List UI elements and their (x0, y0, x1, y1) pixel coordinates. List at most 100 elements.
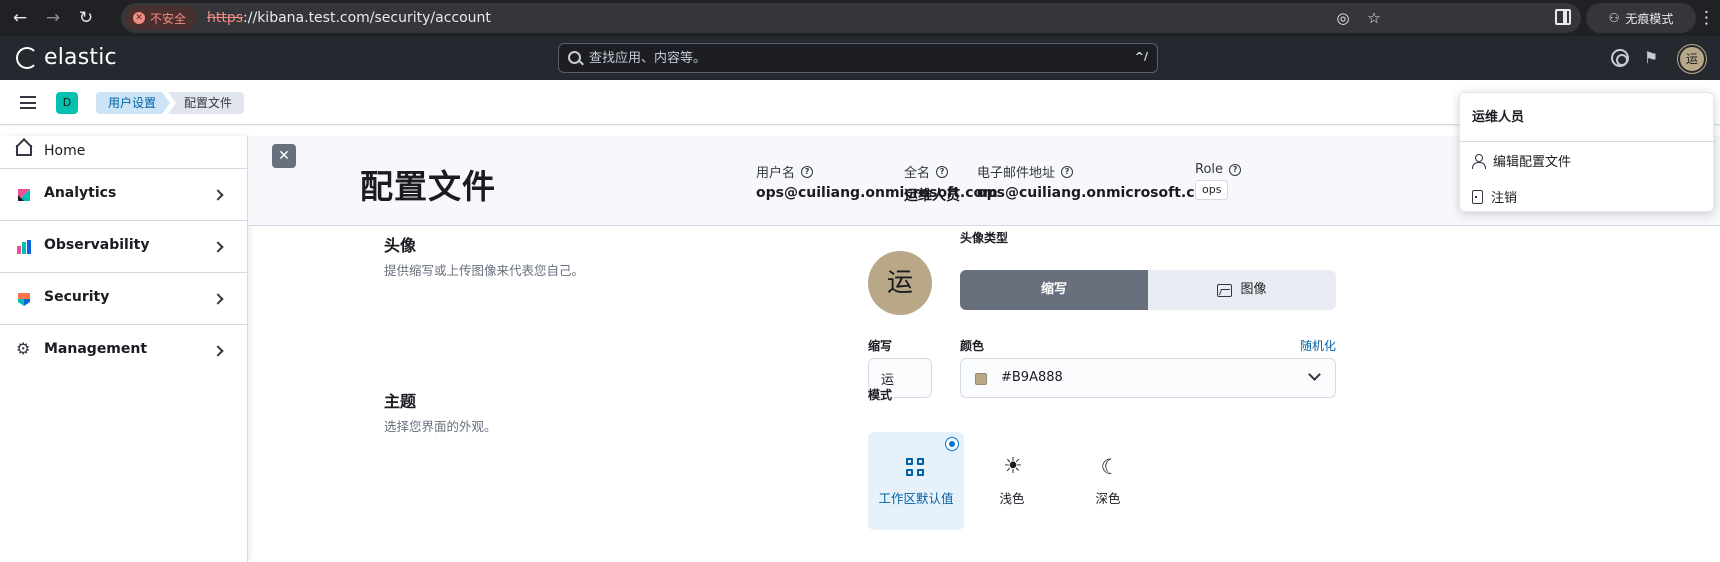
gear-icon: ⚙ (16, 339, 31, 358)
initials-label: 缩写 (868, 339, 893, 353)
avatar-type-initials-button[interactable]: 缩写 (960, 270, 1148, 310)
theme-section-desc: 选择您界面的外观。 (384, 419, 497, 434)
search-input[interactable] (589, 44, 1109, 72)
popover-divider (1460, 141, 1715, 142)
edit-profile-label: 编辑配置文件 (1493, 155, 1572, 170)
nav-item-analytics[interactable]: Analytics (0, 169, 248, 220)
nav-item-management[interactable]: ⚙ Management (0, 325, 248, 376)
avatar-type-label: 头像类型 (960, 231, 1009, 245)
avatar-section-title: 头像 (384, 236, 417, 255)
randomize-link[interactable]: 随机化 (1300, 337, 1336, 354)
popover-user-name: 运维人员 (1472, 110, 1525, 125)
warning-icon: ✕ (133, 12, 145, 24)
eye-off-icon[interactable]: ◎ (1333, 8, 1353, 28)
nav-item-label: Home (44, 143, 86, 159)
elastic-logo-icon (16, 47, 38, 69)
help-icon[interactable]: ? (801, 165, 814, 178)
analytics-logo-icon (18, 189, 30, 201)
security-label: 不安全 (150, 11, 187, 26)
logo-text: elastic (44, 45, 117, 70)
close-nav-button[interactable]: ✕ (272, 144, 296, 168)
nav-item-home[interactable]: Home (0, 136, 248, 168)
nav-item-security[interactable]: Security (0, 273, 248, 324)
elastic-logo[interactable]: elastic (16, 46, 117, 70)
nav-item-observability[interactable]: Observability (0, 221, 248, 272)
back-icon[interactable]: ← (9, 7, 31, 29)
meta-username: 用户名? ops@cuiliang.onmicrosoft.com (756, 162, 998, 201)
help-icon[interactable]: ? (936, 165, 949, 178)
color-value: #B9A888 (1001, 370, 1063, 385)
logout-label: 注销 (1491, 191, 1518, 206)
avatar-type-image-button[interactable]: 图像 (1148, 270, 1336, 310)
avatar-section-desc: 提供缩写或上传图像来代表您自己。 (384, 263, 585, 278)
side-panel-icon[interactable] (1555, 9, 1571, 25)
email-value: ops@cuiliang.onmicrosoft.com (977, 185, 1219, 201)
security-chip[interactable]: ✕ 不安全 (125, 6, 197, 30)
help-icon[interactable]: ? (1229, 163, 1242, 176)
security-logo-icon (18, 293, 30, 306)
search-shortcut: ^/ (1134, 50, 1148, 63)
search-icon (568, 51, 581, 64)
incognito-button[interactable]: ⚇ 无痕模式 (1586, 3, 1696, 33)
close-icon: ✕ (278, 148, 290, 164)
logout-menu-item[interactable]: 注销 (1472, 187, 1517, 206)
exit-icon (1472, 189, 1483, 204)
global-search[interactable]: ^/ (558, 43, 1158, 73)
meta-email: 电子邮件地址? ops@cuiliang.onmicrosoft.com (977, 162, 1219, 201)
more-vert-icon[interactable]: ⋮ (1698, 7, 1715, 29)
username-label: 用户名 (756, 166, 796, 181)
edit-profile-menu-item[interactable]: 编辑配置文件 (1472, 151, 1571, 170)
mode-option-dark[interactable]: ☾ 深色 (1060, 432, 1156, 530)
home-icon (16, 145, 32, 156)
mode-label: 模式 (868, 388, 893, 402)
help-icon[interactable]: ? (1061, 165, 1074, 178)
chevron-down-icon (1308, 368, 1321, 381)
fullname-value: 运维人员 (904, 188, 960, 204)
nav-item-label: Observability (44, 237, 150, 253)
username-value: ops@cuiliang.onmicrosoft.com (756, 185, 998, 201)
color-swatch (975, 373, 987, 385)
role-label: Role (1195, 162, 1224, 177)
hamburger-menu-icon[interactable] (20, 96, 36, 109)
chevron-right-icon (212, 293, 224, 305)
avatar-type-toggle: 缩写 图像 (960, 270, 1336, 310)
star-icon[interactable]: ☆ (1364, 8, 1384, 28)
url-text[interactable]: https://kibana.test.com/security/account (207, 3, 491, 33)
grid-icon (906, 458, 926, 478)
sun-icon: ☀ (1003, 454, 1023, 479)
reload-icon[interactable]: ↻ (75, 7, 97, 29)
user-menu-popover: 运维人员 编辑配置文件 注销 (1459, 92, 1715, 212)
forward-icon[interactable]: → (42, 7, 64, 29)
fullname-label: 全名 (904, 166, 931, 181)
meta-fullname: 全名? 运维人员 (904, 162, 960, 205)
mode-option-default[interactable]: 工作区默认值 (868, 432, 964, 530)
radio-selected-icon (946, 438, 958, 450)
meta-role: Role? ops (1195, 162, 1242, 200)
moon-icon: ☾ (1100, 455, 1120, 479)
user-icon (1472, 154, 1486, 169)
mode-option-light[interactable]: ☀ 浅色 (964, 432, 1060, 530)
help-icon[interactable] (1611, 49, 1629, 67)
email-label: 电子邮件地址 (977, 166, 1056, 181)
page-title: 配置文件 (360, 167, 496, 206)
space-avatar[interactable]: D (56, 92, 78, 114)
address-bar[interactable]: ✕ 不安全 https://kibana.test.com/security/a… (121, 3, 1581, 33)
url-scheme: https (207, 10, 244, 26)
nav-item-label: Analytics (44, 185, 117, 201)
mode-option-label: 浅色 (999, 491, 1025, 506)
chevron-right-icon (212, 345, 224, 357)
color-picker[interactable]: #B9A888 (960, 358, 1336, 398)
observability-logo-icon (17, 240, 31, 254)
avatar-type-image-label: 图像 (1240, 282, 1267, 297)
user-menu-avatar[interactable]: 运 (1680, 47, 1704, 71)
news-feed-icon[interactable]: ⚑ (1641, 48, 1661, 68)
chevron-right-icon (212, 189, 224, 201)
nav-item-label: Security (44, 289, 110, 305)
mode-option-label: 工作区默认值 (878, 491, 954, 506)
browser-toolbar: ← → ↻ ✕ 不安全 https://kibana.test.com/secu… (0, 0, 1720, 36)
breadcrumb-user-settings[interactable]: 用户设置 (96, 92, 170, 114)
breadcrumb-profile: 配置文件 (168, 92, 245, 114)
side-navigation: Home Analytics Observability Security ⚙ … (0, 136, 248, 562)
incognito-icon: ⚇ (1608, 11, 1620, 25)
avatar-preview: 运 (868, 251, 932, 315)
